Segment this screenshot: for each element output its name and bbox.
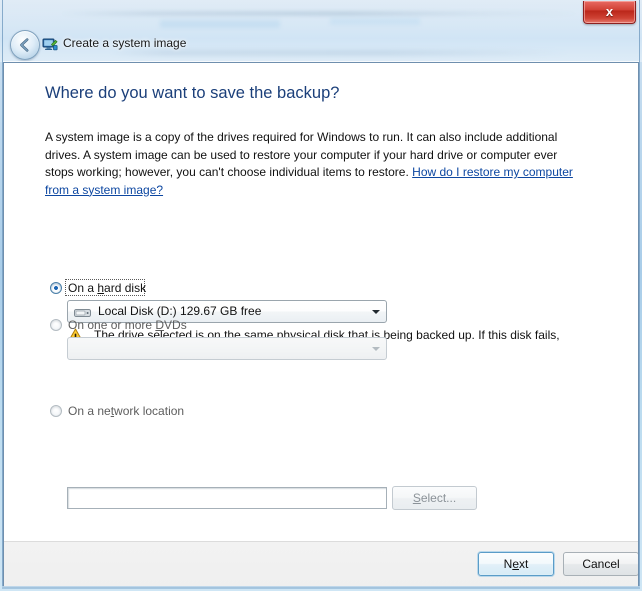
- window-bottom-accent: [2, 586, 640, 589]
- next-button[interactable]: Next: [478, 552, 554, 576]
- back-arrow-icon: [20, 38, 29, 52]
- network-location-input[interactable]: [68, 488, 386, 508]
- dvd-combobox[interactable]: [67, 337, 387, 360]
- create-system-image-window: Create a system image x Where do you wan…: [0, 0, 642, 591]
- title-bar-hairline: [3, 61, 639, 62]
- hard-disk-dropdown-arrow[interactable]: [366, 302, 385, 321]
- select-button[interactable]: Select...: [392, 486, 477, 510]
- window-title-bar: Create a system image x: [0, 0, 642, 62]
- network-location-field[interactable]: [67, 487, 387, 509]
- intro-paragraph: A system image is a copy of the drives r…: [45, 129, 580, 199]
- chevron-down-icon: [371, 309, 380, 314]
- close-icon: x: [605, 4, 614, 19]
- chevron-down-icon: [371, 346, 380, 351]
- radio-on-one-or-more-dvds[interactable]: [50, 319, 62, 331]
- radio-on-a-network-location[interactable]: [50, 405, 62, 417]
- wizard-content-area: Where do you want to save the backup? A …: [4, 63, 638, 541]
- system-image-icon: [42, 37, 58, 53]
- hard-drive-icon: [74, 306, 92, 318]
- label-on-a-network-location: On a network location: [68, 404, 185, 418]
- label-on-a-hard-disk: On a hard disk: [68, 281, 147, 295]
- page-title: Where do you want to save the backup?: [45, 84, 340, 102]
- radio-on-a-hard-disk[interactable]: [50, 282, 62, 294]
- dvd-dropdown-arrow[interactable]: [366, 339, 385, 358]
- label-on-one-or-more-dvds: On one or more DVDs: [68, 318, 187, 332]
- cancel-button[interactable]: Cancel: [563, 552, 639, 576]
- back-button[interactable]: [10, 30, 40, 60]
- hard-disk-selected-value: Local Disk (D:) 129.67 GB free: [98, 304, 262, 318]
- window-title: Create a system image: [63, 36, 187, 50]
- close-button[interactable]: x: [583, 1, 636, 24]
